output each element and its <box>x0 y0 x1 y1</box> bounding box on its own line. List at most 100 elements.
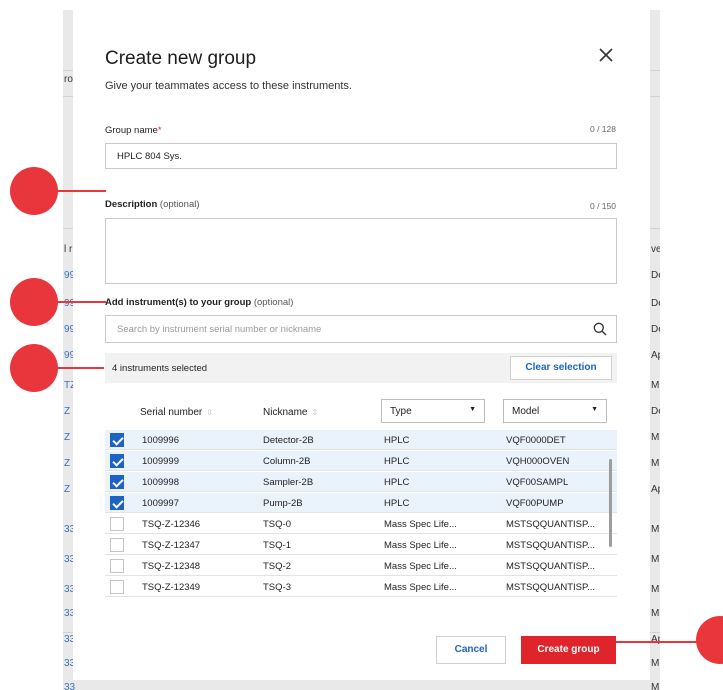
serial-cell: TSQ-Z-12346 <box>142 519 201 530</box>
background-text: De <box>651 324 660 335</box>
nickname-cell: TSQ-1 <box>263 540 291 551</box>
type-cell: Mass Spec Life... <box>384 540 457 551</box>
create-group-dialog: Create new group Give your teammates acc… <box>73 10 650 680</box>
model-cell: MSTSQQUANTISP... <box>506 540 596 551</box>
nickname-cell: Detector-2B <box>263 435 314 446</box>
row-checkbox[interactable] <box>110 538 124 552</box>
nickname-header-label: Nickname <box>263 407 308 418</box>
clear-selection-button[interactable]: Clear selection <box>510 356 612 380</box>
table-row[interactable]: TSQ-Z-12349 TSQ-3 Mass Spec Life... MSTSQQU… <box>105 577 617 597</box>
nickname-cell: TSQ-0 <box>263 519 291 530</box>
background-text: ro <box>64 74 73 85</box>
selection-count: 4 instruments selected <box>112 363 208 374</box>
serial-number-header[interactable]: Serial number ⇳ <box>140 407 213 418</box>
table-row[interactable]: 1009996 Detector-2B HPLC VQF0000DET <box>105 430 617 450</box>
serial-cell: TSQ-Z-12348 <box>142 561 201 572</box>
table-header: Serial number ⇳ Nickname ⇳ Type ▼ Model ▼ <box>105 398 617 430</box>
table-row[interactable]: TSQ-Z-12347 TSQ-1 Mass Spec Life... MSTSQQU… <box>105 535 617 555</box>
background-text: Ap <box>651 484 660 495</box>
close-icon[interactable] <box>597 46 615 64</box>
description-counter: 0 / 150 <box>590 201 616 211</box>
row-checkbox[interactable] <box>110 496 124 510</box>
background-text: ve <box>651 244 660 255</box>
callout-marker <box>696 616 723 664</box>
background-text: Z <box>64 458 71 469</box>
dialog-subtitle: Give your teammates access to these inst… <box>105 80 352 92</box>
callout-line <box>56 367 104 369</box>
row-checkbox[interactable] <box>110 433 124 447</box>
background-text: M <box>651 432 660 443</box>
nickname-cell: TSQ-3 <box>263 582 291 593</box>
model-cell: VQF0000DET <box>506 435 566 446</box>
table-row[interactable]: 1009999 Column-2B HPLC VQH000OVEN <box>105 451 617 471</box>
row-checkbox[interactable] <box>110 475 124 489</box>
type-cell: Mass Spec Life... <box>384 561 457 572</box>
table-row[interactable]: TSQ-Z-12348 TSQ-2 Mass Spec Life... MSTSQQU… <box>105 556 617 576</box>
description-label-text: Description <box>105 199 158 210</box>
serial-number-header-label: Serial number <box>140 407 203 418</box>
model-filter-dropdown[interactable]: Model ▼ <box>503 399 607 423</box>
type-cell: Mass Spec Life... <box>384 582 457 593</box>
type-filter-dropdown[interactable]: Type ▼ <box>381 399 485 423</box>
screen: rol r99999999TZZZZZ33333333333333veDeDeD… <box>0 0 723 690</box>
serial-cell: TSQ-Z-12349 <box>142 582 201 593</box>
callout-marker <box>10 167 58 215</box>
serial-cell: 1009997 <box>142 498 179 509</box>
nickname-cell: TSQ-2 <box>263 561 291 572</box>
background-text: M <box>651 682 660 690</box>
group-name-label: Group name* <box>105 125 162 136</box>
background-text: M <box>651 380 660 391</box>
cancel-button[interactable]: Cancel <box>436 636 506 664</box>
type-cell: Mass Spec Life... <box>384 519 457 530</box>
callout-line <box>616 641 700 643</box>
row-checkbox[interactable] <box>110 454 124 468</box>
type-cell: HPLC <box>384 477 410 488</box>
serial-cell: 1009999 <box>142 456 179 467</box>
table-row[interactable]: TSQ-Z-12346 TSQ-0 Mass Spec Life... MSTSQQU… <box>105 514 617 534</box>
background-text: M <box>651 658 660 669</box>
nickname-cell: Sampler-2B <box>263 477 314 488</box>
background-text: M <box>651 554 660 565</box>
instrument-table-body: 1009996 Detector-2B HPLC VQF0000DET 1009999 C… <box>105 430 617 610</box>
instrument-search-input[interactable]: Search by instrument serial number or ni… <box>105 315 617 343</box>
table-row[interactable]: 1009997 Pump-2B HPLC VQF00PUMP <box>105 493 617 513</box>
instruments-label-text: Add instrument(s) to your group <box>105 297 252 308</box>
nickname-header[interactable]: Nickname ⇳ <box>263 407 318 418</box>
type-cell: HPLC <box>384 498 410 509</box>
group-name-field[interactable]: HPLC 804 Sys. <box>105 143 617 169</box>
background-text: M <box>651 524 660 535</box>
row-checkbox[interactable] <box>110 580 124 594</box>
background-text: l r <box>64 244 73 255</box>
background-text: Ap <box>651 634 660 645</box>
nickname-cell: Pump-2B <box>263 498 303 509</box>
serial-cell: TSQ-Z-12347 <box>142 540 201 551</box>
background-text: Z <box>64 484 71 495</box>
model-cell: MSTSQQUANTISP... <box>506 519 596 530</box>
type-cell: HPLC <box>384 456 410 467</box>
background-text: De <box>651 406 660 417</box>
background-text: De <box>651 298 660 309</box>
background-text: Z <box>64 432 71 443</box>
background-text: Z <box>64 406 71 417</box>
row-checkbox[interactable] <box>110 517 124 531</box>
instruments-label: Add instrument(s) to your group (optiona… <box>105 297 293 308</box>
table-scrollbar[interactable] <box>609 459 612 547</box>
background-text: De <box>651 270 660 281</box>
row-checkbox[interactable] <box>110 559 124 573</box>
background-text: Ap <box>651 350 660 361</box>
model-cell: VQF00SAMPL <box>506 477 569 488</box>
background-text: M <box>651 458 660 469</box>
group-name-counter: 0 / 128 <box>590 124 616 134</box>
selection-bar: 4 instruments selected Clear selection <box>105 353 617 383</box>
model-cell: VQF00PUMP <box>506 498 564 509</box>
serial-cell: 1009998 <box>142 477 179 488</box>
table-row[interactable]: 1009998 Sampler-2B HPLC VQF00SAMPL <box>105 472 617 492</box>
background-text: 33 <box>64 682 76 690</box>
chevron-down-icon: ▼ <box>469 406 476 413</box>
type-cell: HPLC <box>384 435 410 446</box>
create-group-button[interactable]: Create group <box>521 636 616 664</box>
search-icon[interactable] <box>593 322 607 336</box>
description-field[interactable] <box>105 218 617 284</box>
sort-icon: ⇳ <box>206 408 213 417</box>
dialog-title: Create new group <box>105 48 257 69</box>
